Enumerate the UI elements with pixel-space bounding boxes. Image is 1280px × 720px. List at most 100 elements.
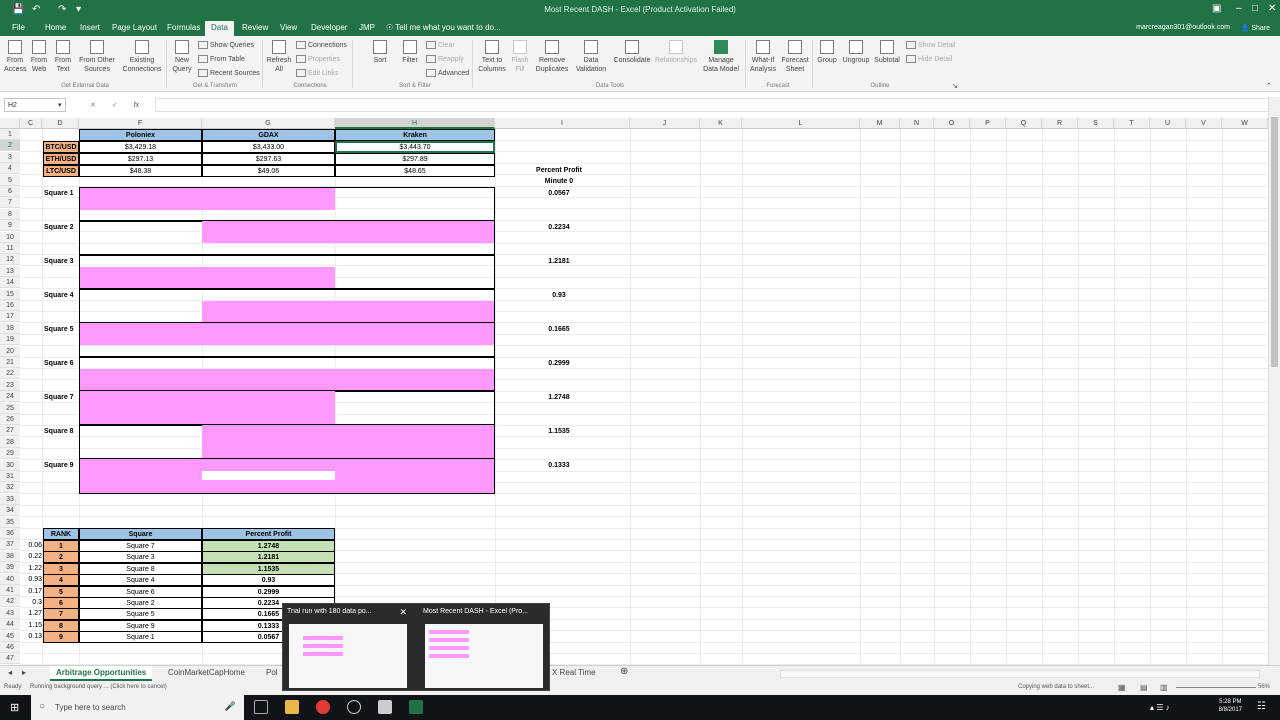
from-web-button[interactable]: From Web	[28, 40, 50, 74]
row-header[interactable]: 45	[0, 630, 20, 642]
rank-profit-cell[interactable]: 0.93	[202, 574, 335, 587]
row-header[interactable]: 29	[0, 448, 20, 460]
square-1-profit[interactable]: 0.0567	[520, 188, 598, 199]
row-header[interactable]: 39	[0, 562, 20, 574]
rank-square-cell[interactable]: Square 8	[79, 562, 202, 575]
zoom-level[interactable]: 56%	[1258, 684, 1270, 690]
row-header[interactable]: 24	[0, 391, 20, 403]
rank-side-value[interactable]: 1.27	[20, 608, 42, 619]
zoom-slider[interactable]	[1176, 687, 1256, 688]
percent-profit-header[interactable]: Percent Profit	[520, 165, 598, 176]
thumbnail-most-recent[interactable]: Most Recent DASH - Excel (Pro...	[419, 604, 549, 692]
minute-label[interactable]: Minute 0	[520, 176, 598, 187]
tab-insert[interactable]: Insert	[80, 23, 100, 32]
price-eth-gdax[interactable]: $297.63	[202, 153, 335, 165]
column-header[interactable]: S	[1078, 118, 1114, 129]
ungroup-button[interactable]: Ungroup	[841, 40, 871, 65]
square-7-label[interactable]: Square 7	[44, 392, 80, 403]
rank-header[interactable]: RANK	[43, 528, 79, 540]
row-header[interactable]: 20	[0, 345, 20, 357]
rank-profit-cell[interactable]: 0.2999	[202, 585, 335, 598]
consolidate-button[interactable]: Consolidate	[612, 40, 652, 65]
tab-developer[interactable]: Developer	[311, 23, 347, 32]
select-all-corner[interactable]	[0, 118, 20, 129]
task-view-icon[interactable]	[254, 700, 268, 714]
row-header[interactable]: 37	[0, 539, 20, 551]
column-header[interactable]: R	[1042, 118, 1078, 129]
rank-side-value[interactable]: 0.22	[20, 551, 42, 562]
tell-me-box[interactable]: ☉ Tell me what you want to do...	[386, 23, 501, 32]
rank-profit-cell[interactable]: 1.2748	[202, 540, 335, 552]
vertical-scrollbar[interactable]	[1268, 97, 1280, 665]
square-9-profit[interactable]: 0.1333	[520, 460, 598, 471]
exchange-header-gdax[interactable]: GDAX	[202, 129, 335, 141]
data-validation-button[interactable]: Data Validation	[572, 40, 610, 74]
add-sheet-icon[interactable]: ⊕	[620, 666, 628, 677]
rank-cell[interactable]: 3	[43, 562, 79, 575]
price-eth-poloniex[interactable]: $297.13	[79, 153, 202, 165]
column-header[interactable]: Q	[1006, 118, 1042, 129]
rank-side-value[interactable]: 0.93	[20, 574, 42, 585]
normal-view-icon[interactable]: ▦	[1118, 683, 1126, 692]
row-header[interactable]: 16	[0, 300, 20, 311]
relationships-button[interactable]: Relationships	[654, 40, 698, 65]
show-queries-button[interactable]: Show Queries	[198, 41, 254, 49]
row-header[interactable]: 33	[0, 493, 20, 505]
rank-cell[interactable]: 6	[43, 597, 79, 609]
sheet-tab-realtime[interactable]: X Real Time	[552, 668, 596, 677]
row-header[interactable]: 42	[0, 596, 20, 608]
row-header[interactable]: 36	[0, 528, 20, 539]
name-box[interactable]: H2	[4, 98, 66, 112]
row-header[interactable]: 8	[0, 208, 20, 220]
row-header[interactable]: 10	[0, 231, 20, 243]
what-if-analysis-button[interactable]: What-If Analysis	[748, 40, 778, 74]
column-header[interactable]: D	[42, 118, 79, 129]
column-header[interactable]: L	[742, 118, 860, 129]
from-other-sources-button[interactable]: From Other Sources	[76, 40, 118, 74]
group-button[interactable]: Group	[815, 40, 839, 65]
row-header[interactable]: 6	[0, 186, 20, 197]
row-header[interactable]: 4	[0, 163, 20, 175]
tab-file[interactable]: File	[12, 23, 25, 32]
minimize-icon[interactable]: –	[1236, 3, 1242, 14]
from-text-button[interactable]: From Text	[52, 40, 74, 74]
row-header[interactable]: 35	[0, 516, 20, 528]
hide-detail-button[interactable]: Hide Detail	[906, 55, 952, 63]
collapse-ribbon-icon[interactable]: ⌃	[1266, 82, 1272, 90]
close-icon[interactable]: ✕	[1268, 3, 1276, 14]
rank-side-value[interactable]: 1.22	[20, 563, 42, 574]
formula-input[interactable]	[155, 98, 1270, 112]
show-detail-button[interactable]: Show Detail	[906, 41, 955, 49]
share-button[interactable]: 👤 Share	[1241, 24, 1270, 32]
app-icon[interactable]	[347, 700, 361, 714]
rank-side-value[interactable]: 1.15	[20, 620, 42, 631]
pair-ltc-usd[interactable]: LTC/USD	[43, 165, 79, 177]
row-header[interactable]: 12	[0, 254, 20, 266]
reapply-button[interactable]: Reapply	[426, 55, 464, 63]
rank-cell[interactable]: 9	[43, 631, 79, 644]
pair-eth-usd[interactable]: ETH/USD	[43, 153, 79, 165]
sheet-tab-pol[interactable]: Pol	[266, 668, 278, 677]
sheet-scroll-right-icon[interactable]: ▸	[22, 668, 26, 677]
row-header[interactable]: 19	[0, 334, 20, 346]
text-to-columns-button[interactable]: Text to Columns	[476, 40, 508, 74]
price-eth-kraken[interactable]: $297.89	[335, 153, 495, 165]
row-header[interactable]: 15	[0, 288, 20, 300]
row-header[interactable]: 9	[0, 220, 20, 232]
row-header[interactable]: 27	[0, 425, 20, 437]
sheet-tab-coinmarketcap[interactable]: CoinMarketCapHome	[168, 668, 245, 677]
from-table-button[interactable]: From Table	[198, 55, 245, 63]
column-header[interactable]: V	[1186, 118, 1222, 129]
row-header[interactable]: 23	[0, 379, 20, 391]
column-header[interactable]: N	[900, 118, 934, 129]
row-header[interactable]: 7	[0, 197, 20, 209]
from-access-button[interactable]: From Access	[4, 40, 27, 74]
rank-square-cell[interactable]: Square 3	[79, 551, 202, 564]
rank-square-cell[interactable]: Square 6	[79, 585, 202, 598]
square-6-profit[interactable]: 0.2999	[520, 358, 598, 369]
square-5-label[interactable]: Square 5	[44, 324, 80, 335]
square-header[interactable]: Square	[79, 528, 202, 540]
column-header[interactable]: I	[495, 118, 630, 129]
row-header[interactable]: 21	[0, 357, 20, 368]
file-explorer-icon[interactable]	[285, 700, 299, 714]
